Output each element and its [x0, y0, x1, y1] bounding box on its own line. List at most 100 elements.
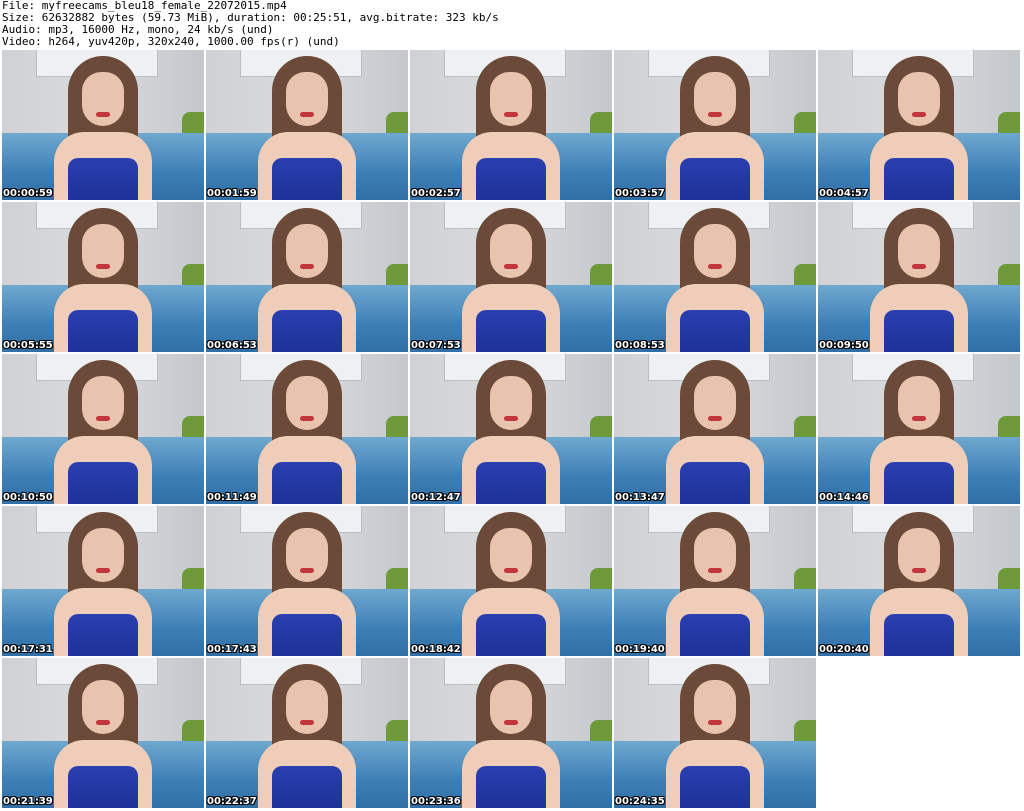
video-thumbnail: 00:05:55 [2, 202, 204, 352]
thumbnail-lips [504, 112, 518, 117]
thumbnail-top [68, 158, 138, 200]
thumbnail-top [272, 766, 342, 808]
video-thumbnail: 00:17:31 [2, 506, 204, 656]
thumbnail-lips [300, 264, 314, 269]
thumbnail-lips [708, 112, 722, 117]
thumbnail-top [884, 462, 954, 504]
thumbnail-face [286, 528, 328, 582]
file-info-header: File: myfreecams_bleu18_female_22072015.… [2, 0, 1022, 50]
thumbnail-timestamp: 00:03:57 [615, 188, 665, 199]
thumbnail-face [286, 72, 328, 126]
thumbnail-timestamp: 00:07:53 [411, 340, 461, 351]
thumbnail-top [680, 158, 750, 200]
thumbnail-face [286, 680, 328, 734]
video-thumbnail: 00:03:57 [614, 50, 816, 200]
thumbnail-top [884, 310, 954, 352]
thumbnail-face [490, 72, 532, 126]
thumbnail-timestamp: 00:23:36 [411, 796, 461, 807]
thumbnail-top [884, 614, 954, 656]
video-thumbnail: 00:02:57 [410, 50, 612, 200]
thumbnail-lips [504, 264, 518, 269]
video-thumbnail: 00:10:50 [2, 354, 204, 504]
thumbnail-lips [300, 720, 314, 725]
video-thumbnail: 00:19:40 [614, 506, 816, 656]
video-thumbnail: 00:13:47 [614, 354, 816, 504]
thumbnail-lips [96, 416, 110, 421]
thumbnail-top [884, 158, 954, 200]
thumbnail-lips [708, 720, 722, 725]
thumbnail-timestamp: 00:06:53 [207, 340, 257, 351]
video-thumbnail: 00:01:59 [206, 50, 408, 200]
thumbnail-top [476, 614, 546, 656]
thumbnail-top [272, 614, 342, 656]
thumbnail-face [490, 376, 532, 430]
thumbnail-lips [912, 416, 926, 421]
thumbnail-timestamp: 00:18:42 [411, 644, 461, 655]
thumbnail-timestamp: 00:10:50 [3, 492, 53, 503]
thumbnail-face [898, 72, 940, 126]
thumbnail-top [272, 310, 342, 352]
thumbnail-timestamp: 00:21:39 [3, 796, 53, 807]
thumbnail-timestamp: 00:08:53 [615, 340, 665, 351]
video-thumbnail: 00:17:43 [206, 506, 408, 656]
video-thumbnail: 00:21:39 [2, 658, 204, 808]
thumbnail-face [82, 72, 124, 126]
thumbnail-timestamp: 00:24:35 [615, 796, 665, 807]
video-thumbnail: 00:11:49 [206, 354, 408, 504]
thumbnail-timestamp: 00:17:43 [207, 644, 257, 655]
thumbnail-face [694, 376, 736, 430]
thumbnail-lips [504, 568, 518, 573]
thumbnail-timestamp: 00:05:55 [3, 340, 53, 351]
thumbnail-timestamp: 00:02:57 [411, 188, 461, 199]
video-thumbnail: 00:23:36 [410, 658, 612, 808]
video-thumbnail: 00:14:46 [818, 354, 1020, 504]
video-thumbnail: 00:07:53 [410, 202, 612, 352]
thumbnail-face [898, 224, 940, 278]
thumbnail-face [82, 376, 124, 430]
thumbnail-timestamp: 00:22:37 [207, 796, 257, 807]
thumbnail-timestamp: 00:11:49 [207, 492, 257, 503]
thumbnail-top [680, 462, 750, 504]
thumbnail-top [476, 158, 546, 200]
thumbnail-timestamp: 00:17:31 [3, 644, 53, 655]
video-thumbnail: 00:20:40 [818, 506, 1020, 656]
thumbnail-timestamp: 00:09:50 [819, 340, 869, 351]
thumbnail-face [490, 528, 532, 582]
video-thumbnail: 00:06:53 [206, 202, 408, 352]
video-thumbnail: 00:09:50 [818, 202, 1020, 352]
empty-grid-cell [818, 658, 1020, 808]
thumbnail-top [68, 614, 138, 656]
video-thumbnail: 00:18:42 [410, 506, 612, 656]
thumbnail-lips [96, 720, 110, 725]
thumbnail-top [680, 310, 750, 352]
thumbnail-lips [912, 568, 926, 573]
thumbnail-face [490, 224, 532, 278]
video-info-line: Video: h264, yuv420p, 320x240, 1000.00 f… [2, 35, 340, 48]
thumbnail-top [272, 158, 342, 200]
thumbnail-timestamp: 00:01:59 [207, 188, 257, 199]
thumbnail-lips [96, 568, 110, 573]
thumbnail-face [898, 528, 940, 582]
thumbnail-lips [708, 568, 722, 573]
thumbnail-lips [300, 112, 314, 117]
thumbnail-timestamp: 00:20:40 [819, 644, 869, 655]
thumbnail-face [898, 376, 940, 430]
thumbnail-lips [504, 720, 518, 725]
thumbnail-face [694, 224, 736, 278]
thumbnail-lips [708, 264, 722, 269]
thumbnail-top [476, 462, 546, 504]
thumbnail-lips [708, 416, 722, 421]
thumbnail-face [286, 376, 328, 430]
thumbnail-timestamp: 00:13:47 [615, 492, 665, 503]
thumbnail-face [694, 528, 736, 582]
thumbnail-lips [300, 568, 314, 573]
thumbnail-lips [96, 264, 110, 269]
thumbnail-face [82, 528, 124, 582]
thumbnail-lips [912, 264, 926, 269]
thumbnail-face [82, 680, 124, 734]
thumbnail-lips [504, 416, 518, 421]
thumbnail-top [680, 766, 750, 808]
thumbnail-grid: 00:00:59 00:01:59 00:02:57 00:03:57 00:04:57… [0, 50, 1024, 811]
video-thumbnail: 00:08:53 [614, 202, 816, 352]
thumbnail-face [490, 680, 532, 734]
